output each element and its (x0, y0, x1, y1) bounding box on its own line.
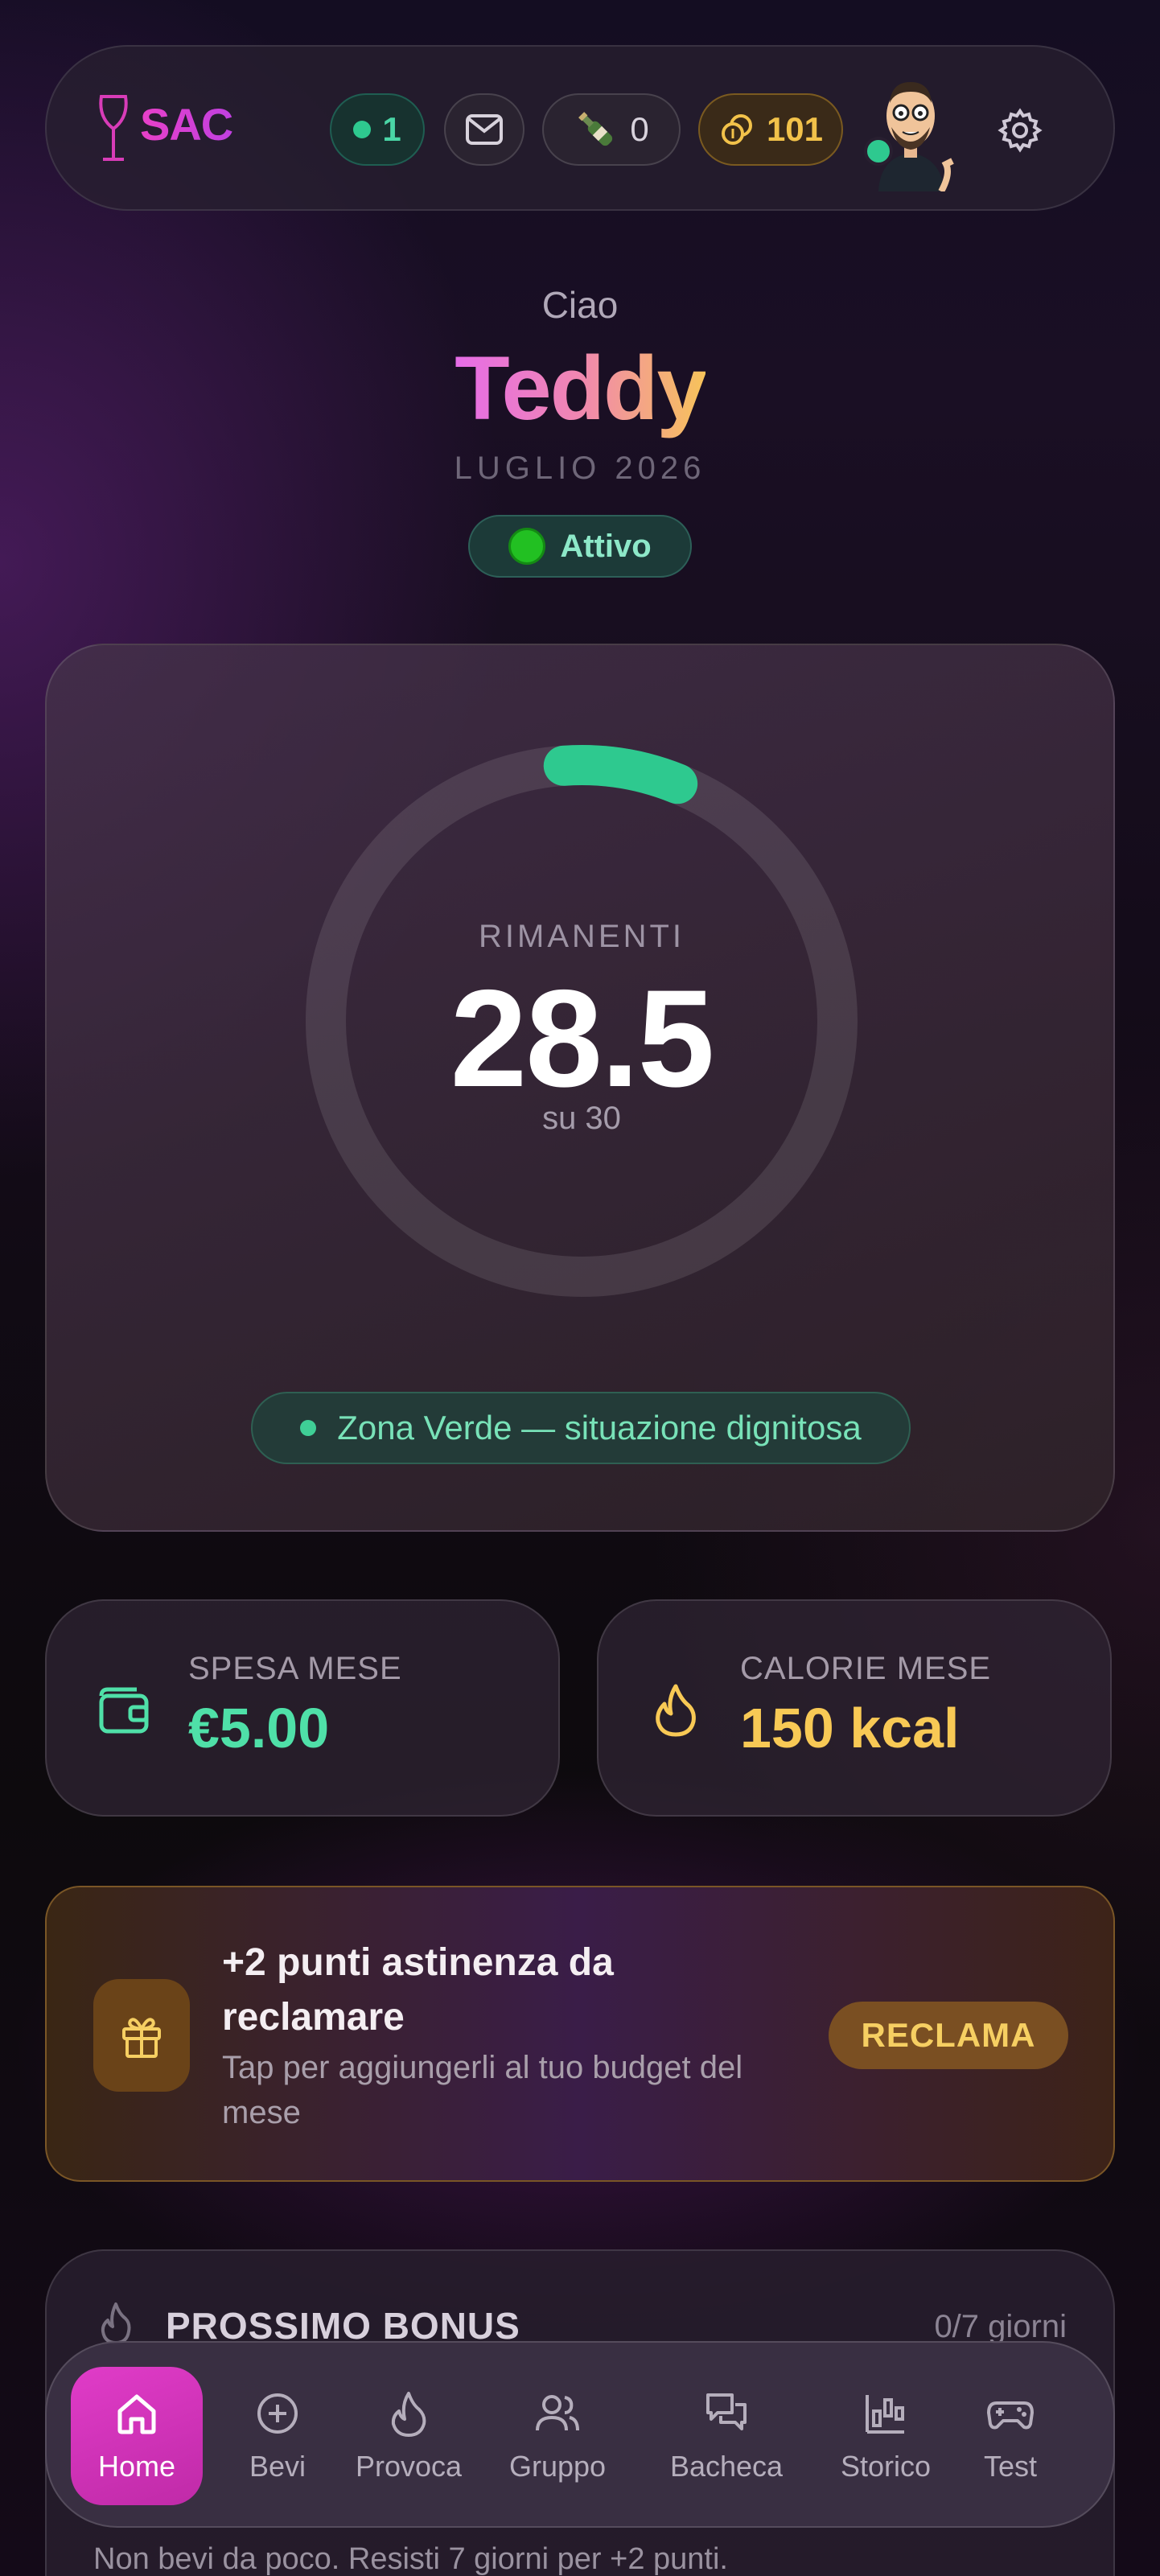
home-icon (117, 2394, 156, 2434)
users-icon (536, 2395, 579, 2431)
nav-test[interactable]: Test (970, 2367, 1051, 2505)
gift-badge (93, 1979, 190, 2092)
spend-label: SPESA MESE (188, 1651, 402, 1686)
remaining-total: su 30 (542, 1101, 621, 1136)
spend-card[interactable]: SPESA MESE €5.00 (45, 1599, 560, 1817)
wine-glass-icon (99, 95, 128, 161)
nav-storico-label: Storico (840, 2450, 932, 2483)
top-bar: SAC 1 0 101 (45, 45, 1115, 211)
spend-value: €5.00 (188, 1697, 330, 1759)
online-dot (353, 121, 372, 138)
bonus-description: Non bevi da poco. Resisti 7 giorni per +… (93, 2542, 728, 2576)
nav-gruppo-label: Gruppo (508, 2450, 607, 2483)
calories-card[interactable]: CALORIE MESE 150 kcal (597, 1599, 1112, 1817)
avatar-online-dot (864, 137, 893, 166)
claim-subtitle: Tap per aggiungerli al tuo budget del me… (222, 2050, 743, 2130)
bottles-pill[interactable]: 0 (542, 93, 681, 166)
nav-bevi[interactable]: Bevi (233, 2367, 322, 2505)
online-users-pill[interactable]: 1 (330, 93, 425, 166)
nav-bacheca-label: Bacheca (669, 2450, 784, 2483)
gamepad-icon (987, 2401, 1034, 2430)
settings-button[interactable] (996, 106, 1044, 154)
flame-icon (391, 2392, 426, 2437)
current-month: LUGLIO 2026 (454, 451, 706, 486)
ring-progress (543, 745, 698, 804)
coins-icon (721, 114, 752, 145)
zone-dot (300, 1420, 317, 1436)
online-count: 1 (382, 110, 401, 148)
claim-button[interactable]: RECLAMA (829, 2002, 1068, 2069)
gift-icon (122, 2018, 161, 2058)
status-label: Attivo (560, 528, 652, 564)
bottle-icon (578, 112, 613, 146)
nav-test-label: Test (983, 2450, 1038, 2483)
user-name: Teddy (0, 336, 1160, 440)
avatar-cartoon (878, 82, 954, 193)
zone-label: Zona Verde — situazione dignitosa (337, 1409, 862, 1446)
remaining-label: RIMANENTI (479, 919, 685, 954)
plus-circle-icon (257, 2393, 298, 2434)
logo-text: SAC (140, 99, 233, 150)
calories-label: CALORIE MESE (740, 1651, 992, 1686)
status-dot (508, 528, 546, 565)
budget-card: RIMANENTI 28.5 su 30 Zona Verde — situaz… (45, 644, 1115, 1532)
user-name-text: Teddy (455, 338, 707, 438)
nav-bacheca[interactable]: Bacheca (658, 2367, 795, 2505)
bottle-count: 0 (630, 110, 649, 148)
wallet-icon (99, 1687, 149, 1734)
claim-title: +2 punti astinenza da reclamare (222, 1941, 614, 2039)
nav-provoca[interactable]: Provoca (344, 2367, 473, 2505)
claim-points-card[interactable]: +2 punti astinenza da reclamare Tap per … (45, 1886, 1115, 2182)
status-badge: Attivo (468, 515, 692, 578)
nav-bevi-label: Bevi (249, 2450, 306, 2483)
gear-icon (998, 108, 1043, 153)
nav-storico[interactable]: Storico (825, 2367, 946, 2505)
messages-button[interactable] (444, 93, 524, 166)
app-logo[interactable]: SAC (95, 93, 233, 166)
nav-home[interactable]: Home (71, 2367, 203, 2505)
bottom-nav: Home Bevi Provoca Gruppo Bacheca Storico… (45, 2341, 1115, 2528)
coins-pill[interactable]: 101 (698, 93, 843, 166)
chart-icon (866, 2395, 904, 2434)
greeting-hello: Ciao (541, 284, 619, 326)
mail-icon (466, 114, 503, 145)
nav-home-label: Home (97, 2450, 176, 2483)
zone-badge: Zona Verde — situazione dignitosa (251, 1392, 911, 1464)
nav-provoca-label: Provoca (355, 2450, 463, 2483)
coins-count: 101 (766, 110, 824, 148)
nav-gruppo[interactable]: Gruppo (497, 2367, 618, 2505)
flame-icon (656, 1684, 696, 1737)
calories-value: 150 kcal (740, 1697, 960, 1759)
bonus-progress: 0/7 giorni (934, 2309, 1067, 2344)
avatar[interactable] (862, 71, 959, 193)
remaining-value: 28.5 (450, 961, 715, 1116)
chat-icon (706, 2393, 747, 2430)
